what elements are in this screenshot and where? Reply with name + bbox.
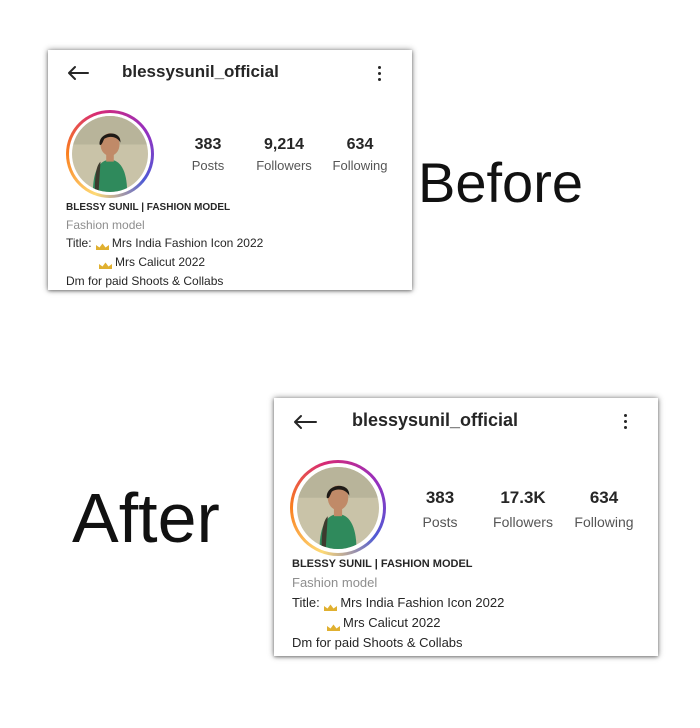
before-label: Before (418, 151, 583, 214)
profile-header: blessysunil_official (48, 50, 412, 96)
stat-following[interactable]: 634 Following (327, 136, 393, 173)
after-profile-card: blessysunil_official 383 Posts 17.3K Fol… (274, 398, 658, 656)
profile-display-name: BLESSY SUNIL | FASHION MODEL (66, 202, 231, 213)
stat-posts[interactable]: 383 Posts (410, 488, 470, 530)
avatar[interactable] (72, 116, 148, 192)
stat-posts[interactable]: 383 Posts (180, 136, 236, 173)
bio-title2-line: Mrs Calicut 2022 (326, 615, 441, 631)
profile-header: blessysunil_official (274, 398, 658, 444)
profile-username: blessysunil_official (122, 62, 279, 81)
after-label: After (72, 479, 220, 557)
stat-following[interactable]: 634 Following (567, 488, 641, 530)
bio-dm-line: Dm for paid Shoots & Collabs (66, 274, 224, 288)
stat-followers[interactable]: 17.3K Followers (484, 488, 562, 530)
vertical-ellipsis-icon[interactable] (378, 66, 381, 84)
before-profile-card: blessysunil_official 383 Posts 9,214 Fol… (48, 50, 412, 290)
bio-title-line: Title: Mrs India Fashion Icon 2022 (292, 595, 505, 611)
vertical-ellipsis-icon[interactable] (624, 414, 627, 432)
bio-dm-line: Dm for paid Shoots & Collabs (292, 635, 463, 650)
bio-title2-line: Mrs Calicut 2022 (98, 255, 205, 269)
stat-followers[interactable]: 9,214 Followers (248, 136, 320, 173)
arrow-left-icon[interactable] (292, 414, 318, 435)
bio-title-line: Title: Mrs India Fashion Icon 2022 (66, 236, 264, 250)
avatar[interactable] (297, 467, 379, 549)
crown-icon (323, 600, 338, 611)
crown-icon (95, 240, 110, 250)
profile-username: blessysunil_official (352, 410, 519, 430)
profile-display-name: BLESSY SUNIL | FASHION MODEL (292, 558, 473, 570)
crown-icon (326, 620, 341, 631)
crown-icon (98, 259, 113, 269)
profile-category: Fashion model (66, 218, 145, 232)
profile-category: Fashion model (292, 575, 378, 590)
arrow-left-icon[interactable] (66, 65, 90, 86)
